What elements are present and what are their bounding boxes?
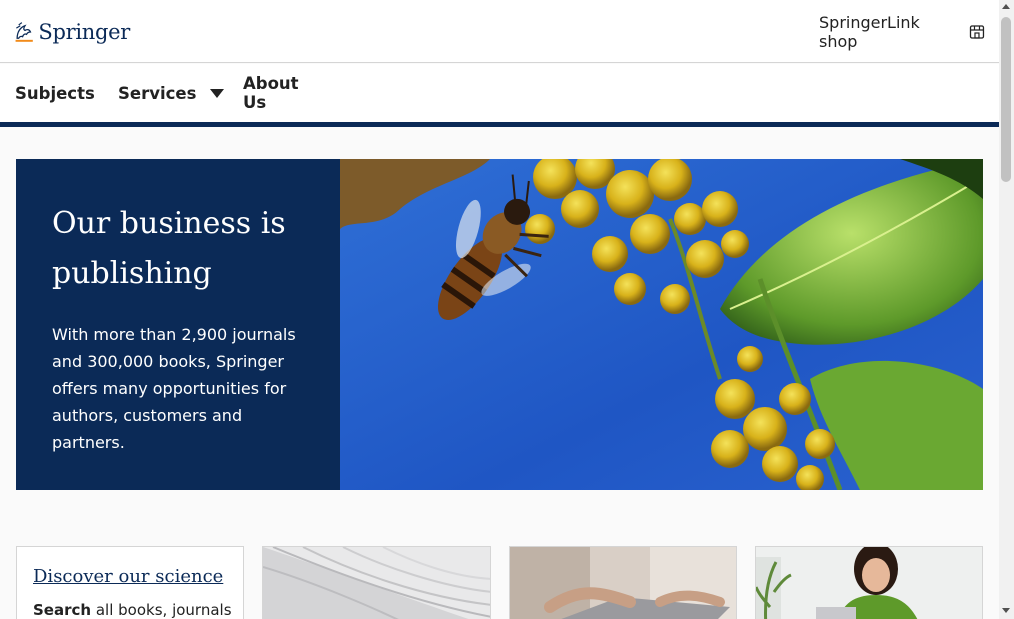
- logo-wordmark: Springer: [38, 19, 130, 44]
- scrollbar-thumb[interactable]: [1001, 17, 1011, 182]
- nav-divider: [0, 122, 999, 127]
- shop-link-label: SpringerLink shop: [819, 12, 920, 51]
- hero-title: Our business is publishing: [52, 199, 312, 299]
- nav-about-us[interactable]: About Us: [243, 74, 322, 112]
- scroll-down-arrow-icon[interactable]: [1002, 608, 1010, 613]
- discover-description-bold: Search: [33, 601, 92, 619]
- main-navigation: Subjects Services About Us: [0, 64, 999, 122]
- bee-flowers-illustration: [340, 159, 983, 490]
- card-books-image: [262, 546, 491, 619]
- springer-homepage: Springer SpringerLink shop Subjects Serv…: [0, 0, 999, 619]
- discover-our-science-link[interactable]: Discover our science: [33, 566, 223, 587]
- woman-at-laptop-image: [756, 547, 982, 619]
- hero-image-bee-flowers: [340, 159, 983, 490]
- open-book-pages-image: [263, 547, 490, 619]
- hero-text: Our business is publishing With more tha…: [52, 199, 312, 456]
- scroll-up-arrow-icon[interactable]: [1002, 4, 1010, 9]
- laptop-typing-image: [510, 547, 736, 619]
- discover-description: Search all books, journals: [33, 601, 232, 619]
- hero-title-line-2: publishing: [52, 256, 212, 291]
- card-woman-image: [755, 546, 983, 619]
- vertical-scrollbar[interactable]: [999, 0, 1014, 619]
- springerlink-shop-link[interactable]: SpringerLink shop: [817, 13, 985, 51]
- discover-description-rest: all books, journals: [95, 601, 232, 619]
- hero-banner: Our business is publishing With more tha…: [16, 159, 983, 490]
- caret-down-icon: [210, 88, 225, 98]
- card-discover-science: Discover our science Search all books, j…: [16, 546, 244, 619]
- top-header: Springer SpringerLink shop: [0, 0, 999, 63]
- springer-horse-logo-icon: [15, 21, 33, 42]
- hero-description: With more than 2,900 journals and 300,00…: [52, 325, 296, 452]
- nav-services[interactable]: Services: [118, 78, 225, 108]
- storefront-icon: [969, 24, 985, 39]
- nav-services-label: Services: [118, 83, 197, 103]
- card-laptop-image: [509, 546, 737, 619]
- nav-subjects[interactable]: Subjects: [15, 78, 95, 108]
- springer-logo-link[interactable]: Springer: [14, 15, 130, 48]
- hero-title-line-1: Our business is: [52, 206, 286, 241]
